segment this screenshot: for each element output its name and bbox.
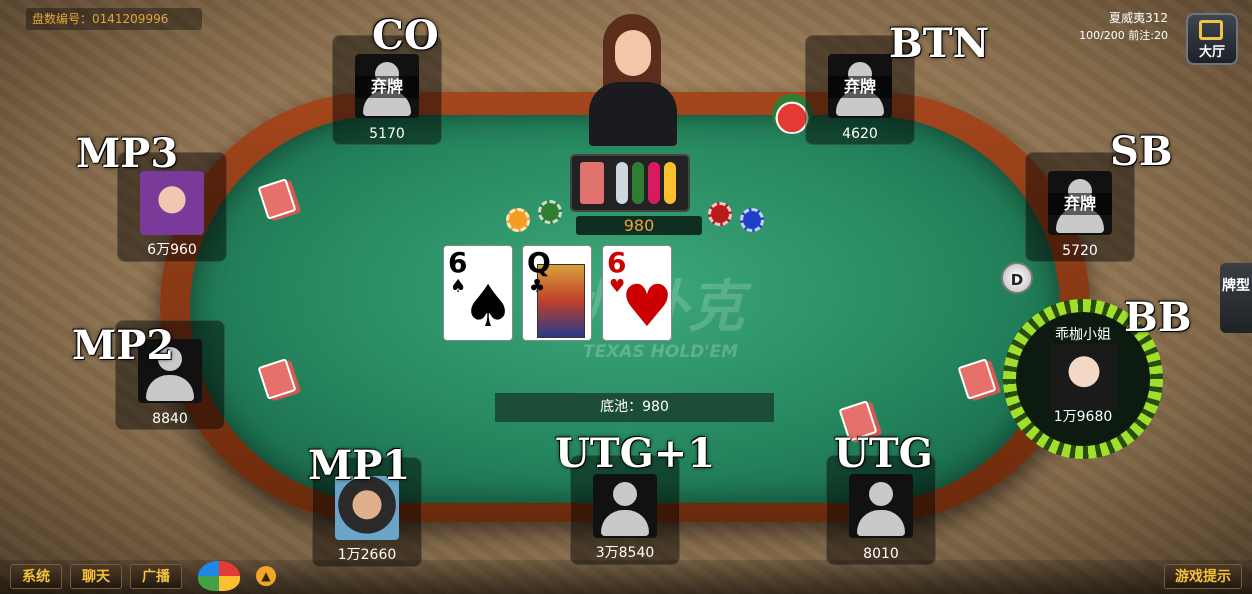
chip-count: 3万8540 [595, 545, 655, 561]
fold-status: 弃牌 [355, 76, 419, 98]
chat-button[interactable]: 聊天 [70, 564, 122, 589]
position-label-btn: BTN [889, 20, 990, 67]
table-logo-subtitle: TEXAS HOLD'EM [583, 342, 738, 362]
return-arrow-icon [1199, 20, 1223, 40]
hand-rank-tab[interactable]: 牌型 [1220, 263, 1252, 333]
card-rank: Q [527, 246, 551, 279]
position-label-utg: UTG [834, 430, 933, 477]
avatar [140, 171, 204, 235]
avatar [1051, 344, 1117, 410]
chip-icon [708, 202, 732, 226]
pot-total-bar: 底池：980 [495, 393, 774, 422]
chip-icon [538, 200, 562, 224]
chip-icon [506, 208, 530, 232]
pot-amount-display: 980 [576, 216, 702, 235]
position-label-utg-plus-1: UTG+1 [555, 430, 716, 477]
chip-count: 6万960 [147, 242, 197, 258]
lobby-label: 大厅 [1198, 45, 1225, 60]
expand-up-icon[interactable]: ▲ [256, 566, 276, 586]
heart-icon: ♥ [621, 272, 672, 340]
chip-icon [740, 208, 764, 232]
position-label-mp2: MP2 [72, 322, 175, 369]
community-card-1: 6 ♠ ♠ [443, 245, 513, 341]
player-name: 夏威夷312 [1109, 11, 1168, 25]
position-label-bb: BB [1124, 294, 1192, 341]
chip-count: 5170 [369, 126, 405, 142]
dealer-character [585, 12, 681, 162]
club-icon: ♣ [529, 276, 546, 297]
chip-count: 1万9680 [1053, 409, 1113, 425]
blinds-info: 100/200 前注:20 [1079, 29, 1168, 42]
hand-number: 盘数编号：0141209996 [26, 8, 202, 30]
position-label-mp1: MP1 [308, 442, 411, 489]
player-info: 夏威夷312 100/200 前注:20 [1079, 9, 1168, 45]
fold-status: 弃牌 [1048, 193, 1112, 215]
broadcast-button[interactable]: 广播 [130, 564, 182, 589]
game-hint-button[interactable]: 游戏提示 [1164, 564, 1242, 589]
community-card-2: Q ♣ [522, 245, 592, 341]
avatar [849, 474, 913, 538]
position-label-mp3: MP3 [76, 130, 179, 177]
dealer-button: D [1001, 262, 1033, 294]
community-card-3: 6 ♥ ♥ [602, 245, 672, 341]
system-button[interactable]: 系统 [10, 564, 62, 589]
position-label-co: CO [372, 12, 439, 59]
chip-count: 8840 [152, 411, 188, 427]
avatar [593, 474, 657, 538]
jester-emote-icon[interactable] [198, 561, 240, 591]
chip-rack [570, 154, 690, 212]
spade-icon: ♠ [462, 272, 513, 340]
fold-status: 弃牌 [828, 76, 892, 98]
lobby-button[interactable]: 大厅 [1186, 13, 1238, 65]
chip-count: 4620 [842, 126, 878, 142]
position-label-sb: SB [1110, 128, 1173, 175]
bottom-toolbar [0, 560, 1252, 594]
chip-count: 5720 [1062, 243, 1098, 259]
